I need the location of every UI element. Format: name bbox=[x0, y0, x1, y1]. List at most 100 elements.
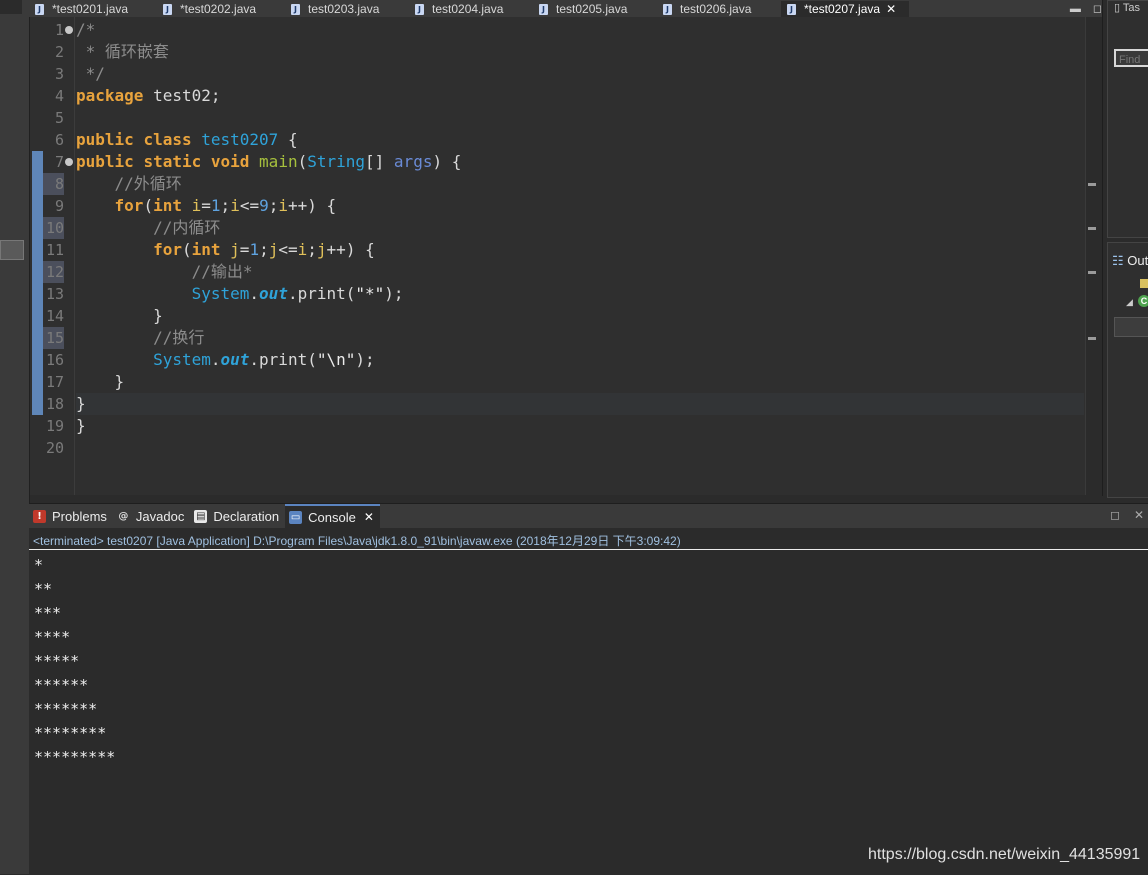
code-line: //输出* bbox=[76, 262, 253, 281]
maximize-icon[interactable]: ◻ bbox=[1093, 2, 1102, 15]
code-line: for(int j=1;j<=i;j++) { bbox=[153, 240, 375, 259]
java-file-icon: J bbox=[163, 3, 172, 15]
outline-selection[interactable] bbox=[1114, 317, 1148, 337]
editor-window-controls: ▬ ◻ bbox=[1046, 0, 1102, 17]
code-line: for(int i=1;i<=9;i++) { bbox=[114, 196, 337, 215]
left-strip-top bbox=[0, 0, 22, 14]
line-number: 14 bbox=[45, 307, 64, 325]
code-text-area[interactable]: /* * 循环嵌套 */ package test02; public clas… bbox=[76, 17, 1086, 495]
console-output[interactable]: * ** *** **** ***** ****** ******* *****… bbox=[34, 553, 115, 769]
java-file-icon: J bbox=[415, 3, 424, 15]
line-number: 11 bbox=[45, 241, 64, 259]
java-file-icon: J bbox=[35, 3, 44, 15]
tab-javadoc[interactable]: @ Javadoc bbox=[113, 504, 190, 528]
class-icon[interactable]: C bbox=[1138, 295, 1148, 307]
code-line: //换行 bbox=[76, 328, 205, 347]
tab-test0205[interactable]: Jtest0205.java bbox=[533, 1, 657, 17]
code-text: { bbox=[278, 130, 298, 149]
close-icon[interactable]: ✕ bbox=[1134, 508, 1144, 522]
overview-ruler-mark[interactable] bbox=[1088, 271, 1096, 274]
line-number: 8 bbox=[54, 175, 64, 193]
tab-console[interactable]: ▭ Console ✕ bbox=[285, 504, 380, 528]
task-icon: ▯ bbox=[1114, 2, 1123, 14]
line-number: 16 bbox=[45, 351, 64, 369]
tab-test0203[interactable]: Jtest0203.java bbox=[285, 1, 409, 17]
java-file-icon: J bbox=[663, 3, 672, 15]
line-number: 7 bbox=[54, 153, 64, 171]
outline-tab[interactable]: ☷ Out bbox=[1112, 253, 1148, 269]
code-line: System.out.print("*"); bbox=[191, 284, 404, 303]
line-number: 20 bbox=[45, 439, 64, 457]
find-input[interactable]: Find bbox=[1114, 49, 1148, 67]
static-field: out bbox=[259, 284, 288, 303]
fold-toggle-icon[interactable] bbox=[65, 158, 73, 166]
tab-problems[interactable]: ! Problems bbox=[29, 504, 113, 528]
string-literal: "*" bbox=[355, 284, 385, 303]
line-number: 3 bbox=[54, 65, 64, 83]
tab-test0204[interactable]: Jtest0204.java bbox=[409, 1, 533, 17]
keyword: for bbox=[153, 240, 182, 259]
minimized-view-button[interactable] bbox=[0, 240, 24, 260]
code-text: ); bbox=[384, 284, 404, 303]
console-line: ********* bbox=[34, 748, 116, 766]
tab-declaration[interactable]: ▤ Declaration bbox=[190, 504, 285, 528]
tab-test0202[interactable]: J *test0202.java bbox=[157, 1, 285, 17]
code-text: test02; bbox=[143, 86, 221, 105]
overview-ruler-mark[interactable] bbox=[1088, 227, 1096, 230]
problems-icon: ! bbox=[33, 509, 46, 523]
console-line: **** bbox=[34, 628, 71, 646]
code-text: ) { bbox=[432, 152, 462, 171]
left-sidebar-strip bbox=[0, 0, 30, 874]
line-number-gutter: 1 2 3 4 5 6 7 8 9 10 11 12 13 14 15 16 1… bbox=[30, 17, 75, 495]
close-tab-icon[interactable]: ✕ bbox=[364, 510, 374, 524]
code-text: [] bbox=[365, 152, 394, 171]
line-number: 10 bbox=[45, 219, 64, 237]
keyword: package bbox=[76, 86, 144, 105]
keyword: int bbox=[191, 240, 221, 259]
package-icon bbox=[1140, 279, 1148, 288]
line-number: 9 bbox=[54, 197, 64, 215]
line-number: 4 bbox=[54, 87, 64, 105]
java-file-icon: J bbox=[539, 3, 548, 15]
outline-icon: ☷ bbox=[1112, 253, 1128, 268]
line-number: 19 bbox=[45, 417, 64, 435]
code-line: //外循环 bbox=[76, 174, 182, 193]
code-editor[interactable]: 1 2 3 4 5 6 7 8 9 10 11 12 13 14 15 16 1… bbox=[30, 17, 1101, 495]
code-line: * 循环嵌套 bbox=[76, 42, 169, 61]
expand-arrow-icon[interactable]: ◢ bbox=[1126, 297, 1133, 308]
line-number: 2 bbox=[54, 43, 64, 61]
tab-test0201[interactable]: J *test0201.java bbox=[29, 1, 157, 17]
string-literal: "\n" bbox=[316, 350, 356, 369]
task-list-view: ▯ Tas Find bbox=[1107, 0, 1148, 238]
static-field: out bbox=[220, 350, 250, 369]
console-status-line: <terminated> test0207 [Java Application]… bbox=[33, 534, 681, 548]
close-tab-icon[interactable]: ✕ bbox=[886, 2, 896, 16]
line-number: 13 bbox=[45, 285, 64, 303]
bottom-panel: ! Problems @ Javadoc ▤ Declaration ▭ Console… bbox=[29, 503, 1148, 875]
code-text: .print( bbox=[249, 350, 317, 369]
editor-vertical-scrollbar[interactable] bbox=[1085, 17, 1101, 495]
line-number: 17 bbox=[45, 373, 64, 391]
code-line: System.out.print("\n"); bbox=[153, 350, 375, 369]
code-line: } bbox=[76, 306, 163, 325]
tab-test0207[interactable]: J *test0207.java ✕ bbox=[781, 1, 909, 17]
class-name: test0207 bbox=[201, 130, 279, 149]
tab-test0206[interactable]: Jtest0206.java bbox=[657, 1, 781, 17]
overview-ruler-mark[interactable] bbox=[1088, 337, 1096, 340]
class-name: System bbox=[153, 350, 211, 369]
overview-ruler-mark[interactable] bbox=[1088, 183, 1096, 186]
minimize-icon[interactable]: ▬ bbox=[1070, 3, 1081, 15]
console-line: * bbox=[34, 556, 44, 574]
method-name: main bbox=[259, 152, 298, 171]
console-line: ******** bbox=[34, 724, 107, 742]
code-line: */ bbox=[76, 64, 105, 83]
code-text: ); bbox=[355, 350, 375, 369]
console-line: *** bbox=[34, 604, 62, 622]
line-number: 6 bbox=[54, 131, 64, 149]
editor-tab-bar: J *test0201.java J *test0202.java Jtest020… bbox=[29, 0, 1102, 17]
fold-toggle-icon[interactable] bbox=[65, 26, 73, 34]
console-line: ***** bbox=[34, 652, 80, 670]
code-line: public static void main(String[] args) { bbox=[76, 152, 462, 171]
task-list-tab[interactable]: ▯ Tas bbox=[1114, 1, 1140, 14]
minimize-icon[interactable]: ◻ bbox=[1110, 508, 1120, 522]
